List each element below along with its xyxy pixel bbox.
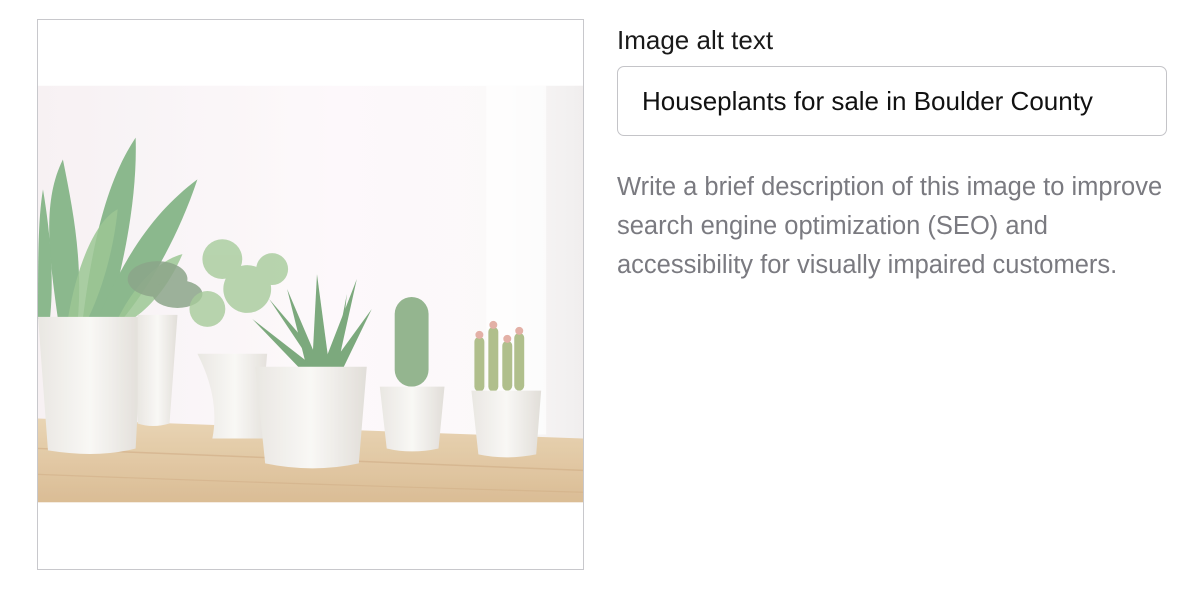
image-preview[interactable] xyxy=(37,19,584,570)
alt-text-input[interactable] xyxy=(617,66,1167,136)
alt-text-help: Write a brief description of this image … xyxy=(617,173,1163,279)
alt-text-label: Image alt text xyxy=(617,25,774,55)
houseplants-photo xyxy=(38,85,583,503)
